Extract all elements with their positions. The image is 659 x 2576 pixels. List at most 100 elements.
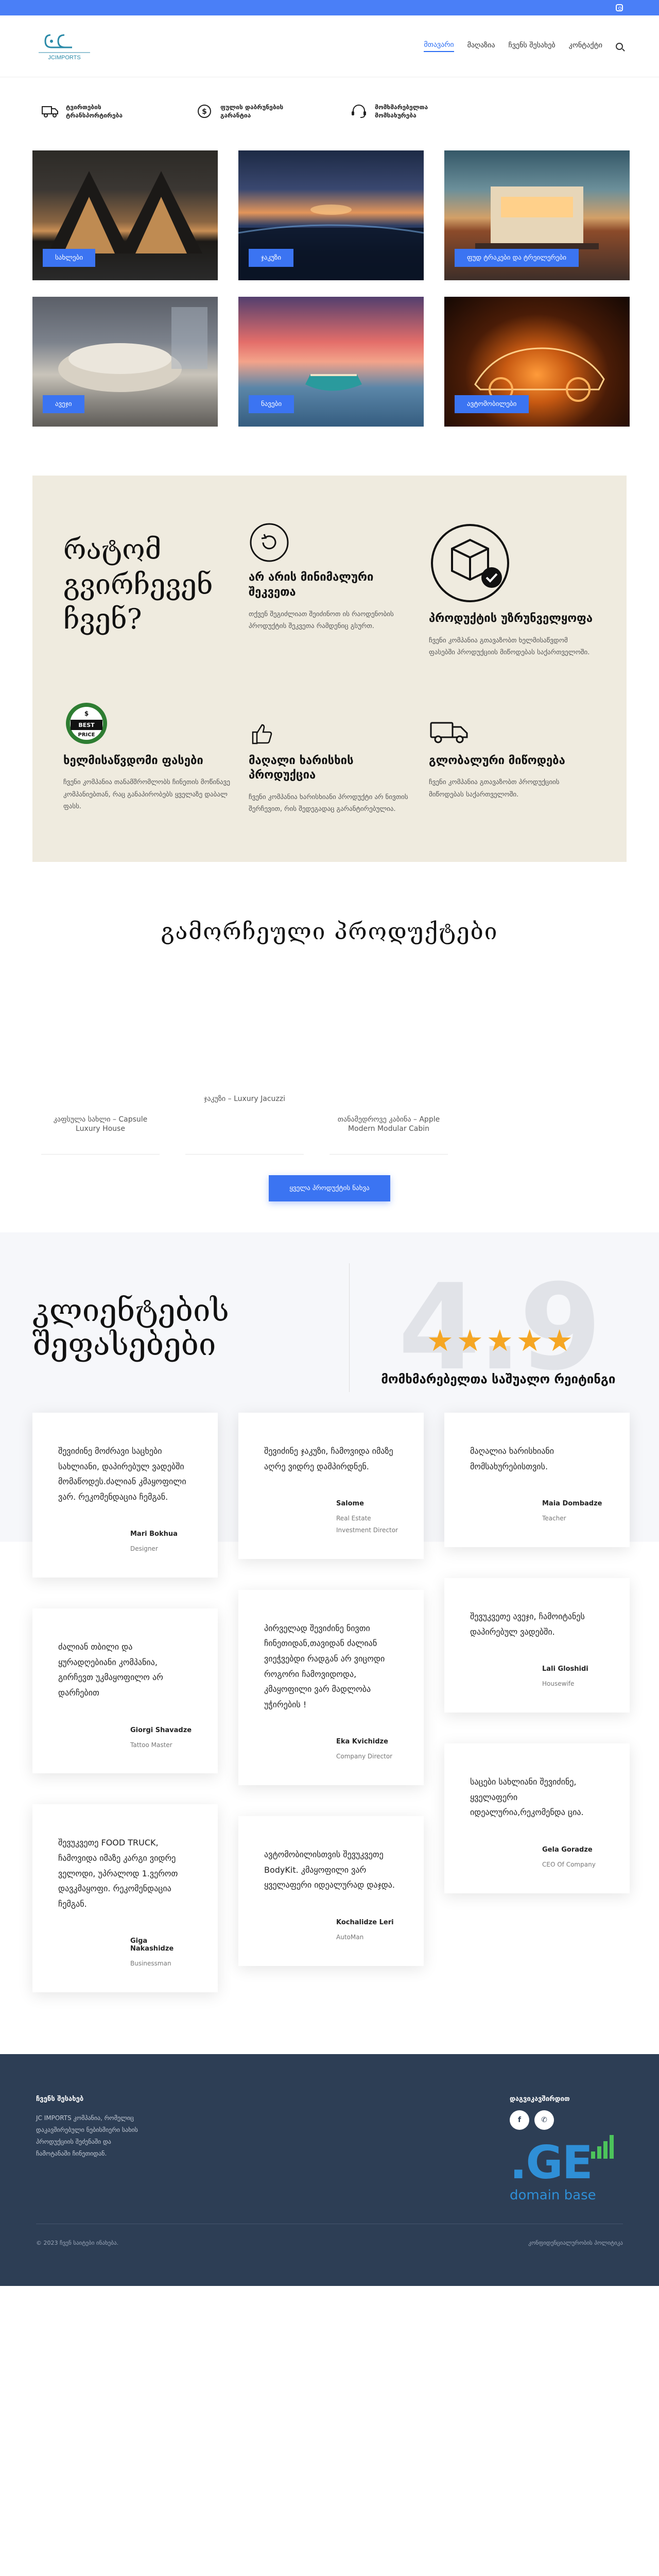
dollar-icon: $: [198, 105, 211, 118]
testimonial-card: პირველად შევიძინე ნივთი ჩინეთიდან,თავიდა…: [238, 1589, 424, 1786]
why-card-quality: მაღალი ხარისხის პროდუქცია ჩვენი კომპანია…: [249, 700, 413, 816]
category-tile-boats[interactable]: ნავები: [238, 297, 424, 427]
nav-contact[interactable]: კონტაქტი: [569, 41, 602, 52]
category-button-boats[interactable]: ნავები: [249, 395, 294, 414]
privacy-link[interactable]: კონფიდენციალურობის პოლიტიკა: [528, 2240, 623, 2246]
testimonial-role: Designer: [130, 1545, 158, 1553]
category-tile-jacuzzi[interactable]: ჯაკუზი: [238, 150, 424, 281]
refresh-icon: [250, 523, 289, 562]
product-list: კაფსულა სახლი – Capsule Luxury House ჯაკ…: [0, 945, 659, 1155]
whatsapp-icon[interactable]: ✆: [534, 2110, 554, 2130]
star-icon: ★: [426, 1323, 454, 1359]
testimonial-card: მაღალია ხარისხიანი მომსახურებისთვის. Mai…: [444, 1413, 630, 1548]
category-gallery: სახლები ჯაკუზი ფუდ ტრაკები და ტრეილერები…: [0, 150, 659, 427]
main-menu: მთავარი მაღაზია ჩვენს შესახებ კონტაქტი: [424, 41, 623, 52]
product-item[interactable]: თანამედროვე კაბინა – Apple Modern Modula…: [330, 1115, 448, 1155]
category-button-jacuzzi[interactable]: ჯაკუზი: [249, 249, 294, 267]
feature-money-back: $ ფულის დაბრუნების გარანტია: [196, 103, 309, 120]
nav-shop[interactable]: მაღაზია: [467, 41, 495, 52]
footer-about: ჩვენს შესახებ JC IMPORTS კომპანია, რომელ…: [36, 2095, 139, 2203]
testimonial-column: მაღალია ხარისხიანი მომსახურებისთვის. Mai…: [444, 1413, 630, 1992]
thumbs-up-icon: [252, 724, 272, 744]
domain-badge[interactable]: .GE domain base: [510, 2135, 623, 2203]
box-check-icon: [431, 524, 509, 603]
features-strip: ტვირთების ტრანსპორტირება $ ფულის დაბრუნე…: [0, 77, 659, 150]
rating-stars: ★ ★ ★ ★ ★: [427, 1326, 573, 1355]
category-tile-houses[interactable]: სახლები: [32, 150, 218, 281]
search-icon[interactable]: [616, 42, 623, 50]
star-icon: ★: [516, 1323, 543, 1359]
why-card-prices: $ BEST PRICE ხელმისაწვდომი ფასები ჩვენი …: [63, 700, 233, 816]
category-button-houses[interactable]: სახლები: [43, 249, 96, 267]
best-price-icon: $ BEST PRICE: [66, 702, 107, 744]
logo-icon: JCIMPORTS: [39, 34, 90, 61]
product-item[interactable]: ჯაკუზი – Luxury Jacuzzi: [185, 1094, 304, 1155]
testimonial-name: Giorgi Shavadze: [130, 1726, 192, 1734]
why-card-title: ხელმისაწვდომი ფასები: [63, 754, 203, 767]
testimonial-column: შევიძინე ჯაკუზი, ჩამოვიდა იმაზე აღრე ვიდ…: [238, 1413, 424, 1992]
why-card-text: ჩვენი კომპანია ხარისხიანი პროდუქტი არ ნი…: [249, 793, 408, 814]
testimonial-grid: შევიძინე მოძრავი საცხები სახლიანი, დაპირ…: [32, 1413, 630, 1993]
testimonial-card: შევიძინე ჯაკუზი, ჩამოვიდა იმაზე აღრე ვიდ…: [238, 1413, 424, 1559]
rating-label: მომხმარებელთა საშუალო რეიტინგი: [381, 1372, 616, 1387]
why-card-assurance: პროდუქტის უზრუნველყოფა ჩვენი კომპანია გთ…: [429, 517, 594, 658]
facebook-icon[interactable]: f: [510, 2110, 529, 2130]
feature-label: ფულის დაბრუნების გარანტია: [220, 104, 284, 120]
nav-home[interactable]: მთავარი: [424, 41, 454, 52]
top-bar: [0, 0, 659, 15]
truck-icon: [42, 106, 58, 118]
nav-about[interactable]: ჩვენს შესახებ: [509, 41, 556, 52]
view-all-products-button[interactable]: ყველა პროდუქტის ნახვა: [269, 1175, 390, 1202]
testimonial-role: Real Estate Investment Director: [336, 1515, 398, 1534]
category-button-food-trucks[interactable]: ფუდ ტრაკები და ტრეილერები: [455, 249, 579, 267]
truck-icon: [430, 722, 468, 743]
testimonial-quote: საცები სახლიანი შევიძინე, ყველაფერი იდეა…: [470, 1777, 584, 1818]
featured-products: გამორჩეული პროდუქტები კაფსულა სახლი – Ca…: [0, 862, 659, 1202]
instagram-icon[interactable]: [616, 4, 623, 11]
star-icon: ★: [486, 1323, 513, 1359]
testimonial-column: შევიძინე მოძრავი საცხები სახლიანი, დაპირ…: [32, 1413, 218, 1993]
svg-text:$: $: [84, 710, 89, 717]
why-card-title: არ არის მინიმალური შეკვეთა: [249, 571, 374, 599]
testimonial-quote: პირველად შევიძინე ნივთი ჩინეთიდან,თავიდა…: [264, 1623, 385, 1709]
logo-text: JCIMPORTS: [48, 55, 80, 61]
testimonial-card: შევიძინე მოძრავი საცხები სახლიანი, დაპირ…: [32, 1413, 218, 1578]
testimonials-title: კლიენტების შეფასებები: [32, 1293, 229, 1363]
feature-support: მომხმარებელთა მომსახურება: [350, 103, 463, 120]
testimonial-name: Maia Dombadze: [542, 1500, 602, 1508]
copyright: © 2023 ჩვენ საიტები ინახება.: [36, 2240, 119, 2247]
divider: [349, 1263, 350, 1393]
testimonial-quote: ძალიან თბილი და ყურადღებიანი კომპანია, გ…: [58, 1642, 163, 1698]
why-card-text: ჩვენი კომპანია გთავაზობთ პროდუქციის მიწო…: [429, 778, 560, 799]
testimonial-role: Teacher: [542, 1515, 566, 1522]
site-logo[interactable]: JCIMPORTS: [36, 31, 93, 62]
testimonial-card: საცები სახლიანი შევიძინე, ყველაფერი იდეა…: [444, 1743, 630, 1893]
category-button-furniture[interactable]: ავეჯი: [43, 395, 84, 414]
testimonial-quote: შევიძინე ჯაკუზი, ჩამოვიდა იმაზე აღრე ვიდ…: [264, 1446, 393, 1471]
why-card-title: პროდუქტის უზრუნველყოფა: [429, 612, 593, 625]
product-item[interactable]: კაფსულა სახლი – Capsule Luxury House: [41, 1115, 160, 1155]
category-tile-cars[interactable]: ავტომობილები: [444, 297, 630, 427]
testimonial-name: Giga Nakashidze: [130, 1937, 174, 1953]
feature-label: მომხმარებელთა მომსახურება: [375, 104, 428, 120]
testimonial-quote: შევუკვეთე ავეჯი, ჩამოიტანეს დაპირებულ ვა…: [470, 1612, 585, 1637]
testimonial-card: შევუკვეთე ავეჯი, ჩამოიტანეს დაპირებულ ვა…: [444, 1578, 630, 1713]
support-icon: [352, 105, 366, 118]
footer-contact-title: დაგვიკავშირდით: [510, 2095, 570, 2104]
main-header: JCIMPORTS მთავარი მაღაზია ჩვენს შესახებ …: [0, 15, 659, 77]
why-title: რატომ გვირჩევენ ჩვენ?: [63, 533, 213, 636]
testimonials: კლიენტების შეფასებები 4.9 ★ ★ ★ ★ ★ მომხ…: [0, 1232, 659, 2024]
why-card-no-minimum: არ არის მინიმალური შეკვეთა თქვენ შეგიძლი…: [249, 517, 413, 658]
category-tile-food-trucks[interactable]: ფუდ ტრაკები და ტრეილერები: [444, 150, 630, 281]
testimonial-card: ავტომობილისთვის შევუკვეთე BodyKit. კმაყო…: [238, 1816, 424, 1966]
testimonial-quote: შევუკვეთე FOOD TRUCK, ჩამოვიდა იმაზე კარ…: [58, 1838, 178, 1909]
feature-label: ტვირთების ტრანსპორტირება: [66, 104, 123, 120]
testimonial-name: Eka Kvichidze: [336, 1738, 388, 1746]
testimonial-name: Salome: [336, 1500, 364, 1508]
star-icon: ★: [456, 1323, 483, 1359]
featured-title: გამორჩეული პროდუქტები: [161, 918, 498, 945]
why-card-title: გლობალური მიწოდება: [429, 754, 565, 767]
category-tile-furniture[interactable]: ავეჯი: [32, 297, 218, 427]
category-button-cars[interactable]: ავტომობილები: [455, 395, 529, 414]
feature-shipping: ტვირთების ტრანსპორტირება: [41, 103, 154, 120]
